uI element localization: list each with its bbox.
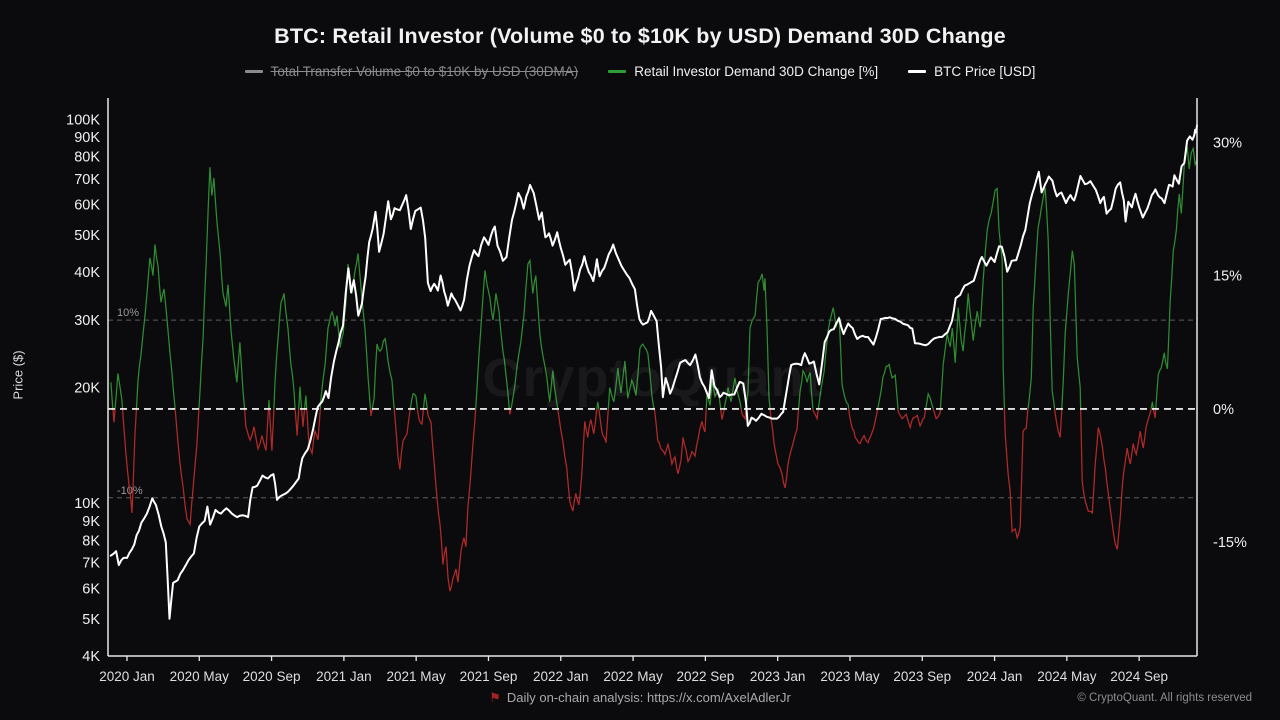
price-axis-title: Price ($) xyxy=(11,350,26,399)
y-axis-price-tick: 60K xyxy=(74,198,100,214)
y-axis-percent-tick: 15% xyxy=(1213,269,1242,285)
y-axis-price-tick: 70K xyxy=(74,172,100,188)
y-axis-price-tick: 90K xyxy=(74,130,100,146)
legend-dash-icon xyxy=(908,70,926,73)
legend: Total Transfer Volume $0 to $10K by USD … xyxy=(0,64,1280,79)
x-axis-tick: 2020 Sep xyxy=(243,669,301,684)
legend-dash-icon xyxy=(608,70,626,73)
x-axis-tick: 2023 Sep xyxy=(893,669,951,684)
legend-dash-icon xyxy=(245,70,263,73)
legend-label: Total Transfer Volume $0 to $10K by USD … xyxy=(271,64,579,79)
y-axis-price-tick: 50K xyxy=(74,228,100,244)
legend-label: BTC Price [USD] xyxy=(934,64,1035,79)
y-axis-percent-tick: 0% xyxy=(1213,402,1234,418)
chart-page: 10%-10%100K90K80K70K60K50K40K30K20K10K9K… xyxy=(0,0,1280,720)
cryptoquant-watermark: CryptoQuant xyxy=(483,347,824,409)
legend-item-retail-demand[interactable]: Retail Investor Demand 30D Change [%] xyxy=(608,64,878,79)
x-axis-tick: 2021 Sep xyxy=(460,669,518,684)
gridline-label-10pct: 10% xyxy=(117,307,139,319)
y-axis-price-tick: 4K xyxy=(82,649,100,665)
x-axis-tick: 2022 May xyxy=(603,669,663,684)
y-axis-price-tick: 40K xyxy=(74,265,100,281)
legend-label: Retail Investor Demand 30D Change [%] xyxy=(634,64,878,79)
y-axis-price-tick: 9K xyxy=(82,514,100,530)
y-axis-price-tick: 100K xyxy=(66,112,100,128)
y-axis-price-tick: 7K xyxy=(82,556,100,572)
x-axis-tick: 2024 May xyxy=(1037,669,1097,684)
x-axis-tick: 2020 May xyxy=(170,669,230,684)
x-axis-tick: 2023 May xyxy=(820,669,880,684)
y-axis-price-tick: 8K xyxy=(82,533,100,549)
flag-icon: ⚑ xyxy=(489,690,501,705)
y-axis-price-tick: 80K xyxy=(74,150,100,166)
footer-analysis-text: Daily on-chain analysis: https://x.com/A… xyxy=(507,690,791,705)
x-axis-tick: 2023 Jan xyxy=(750,669,806,684)
y-axis-price-tick: 6K xyxy=(82,581,100,597)
x-axis-tick: 2020 Jan xyxy=(99,669,155,684)
y-axis-price-tick: 10K xyxy=(74,496,100,512)
x-axis-tick: 2022 Jan xyxy=(533,669,589,684)
y-axis-percent-tick: 30% xyxy=(1213,135,1242,151)
y-axis-price-tick: 30K xyxy=(74,313,100,329)
y-axis-price-tick: 20K xyxy=(74,381,100,397)
footer-copyright: © CryptoQuant. All rights reserved xyxy=(1077,692,1252,704)
x-axis-tick: 2021 May xyxy=(387,669,447,684)
x-axis-tick: 2024 Jan xyxy=(967,669,1023,684)
chart-title: BTC: Retail Investor (Volume $0 to $10K … xyxy=(0,24,1280,49)
x-axis-tick: 2024 Sep xyxy=(1110,669,1168,684)
x-axis-tick: 2022 Sep xyxy=(676,669,734,684)
legend-item-total-transfer-volume[interactable]: Total Transfer Volume $0 to $10K by USD … xyxy=(245,64,579,79)
y-axis-percent-tick: -15% xyxy=(1213,535,1247,551)
legend-item-btc-price[interactable]: BTC Price [USD] xyxy=(908,64,1035,79)
x-axis-tick: 2021 Jan xyxy=(316,669,372,684)
y-axis-price-tick: 5K xyxy=(82,612,100,628)
